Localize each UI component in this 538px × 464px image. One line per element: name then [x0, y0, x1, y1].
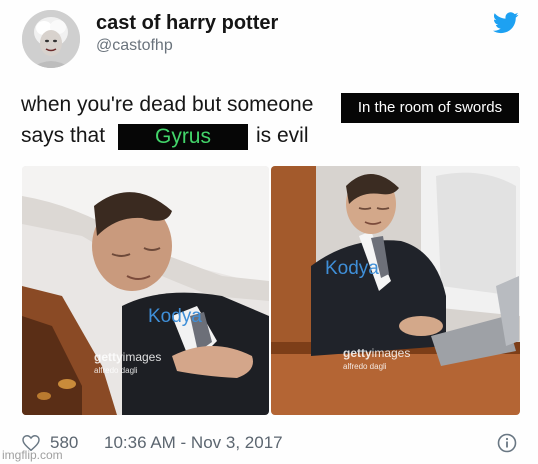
laptop-scene-illustration [271, 166, 520, 415]
tweet-text-line2-suffix: is evil [256, 124, 309, 147]
author-avatar[interactable] [22, 10, 80, 68]
left-photo-caption: Kodya [148, 306, 202, 327]
coffin-scene-illustration [22, 166, 269, 415]
author-handle[interactable]: @castofhp [96, 37, 173, 55]
coffin-photo[interactable]: Kodya gettyimages alfredo dagli [22, 166, 269, 415]
right-photo-caption: Kodya [325, 258, 379, 279]
left-getty-credit: alfredo dagli [94, 366, 138, 375]
tweet-text-line2-prefix: says that [21, 124, 106, 147]
getty-brand: getty [94, 350, 123, 364]
tweet-footer: 580 10:36 AM - Nov 3, 2017 [22, 432, 522, 454]
getty-suffix: images [122, 350, 162, 364]
right-getty-watermark: gettyimages [343, 346, 410, 360]
imgflip-watermark: imgflip.com [2, 448, 63, 462]
laptop-photo[interactable]: Kodya gettyimages alfredo dagli [271, 166, 520, 415]
getty-brand: getty [343, 346, 372, 360]
getty-suffix: images [371, 346, 411, 360]
right-getty-credit: alfredo dagli [343, 362, 387, 371]
tweet-text-line1: when you're dead but someone [21, 93, 314, 116]
tweet-timestamp[interactable]: 10:36 AM - Nov 3, 2017 [104, 433, 283, 453]
twitter-bird-icon[interactable] [492, 12, 519, 34]
redaction-box-2: Gyrus [118, 124, 248, 150]
left-getty-watermark: gettyimages [94, 350, 161, 364]
author-name[interactable]: cast of harry potter [96, 12, 278, 35]
redaction-box-1: In the room of swords [341, 93, 519, 123]
tweet-card: cast of harry potter @castofhp when you'… [0, 0, 538, 464]
info-icon[interactable] [497, 433, 517, 453]
